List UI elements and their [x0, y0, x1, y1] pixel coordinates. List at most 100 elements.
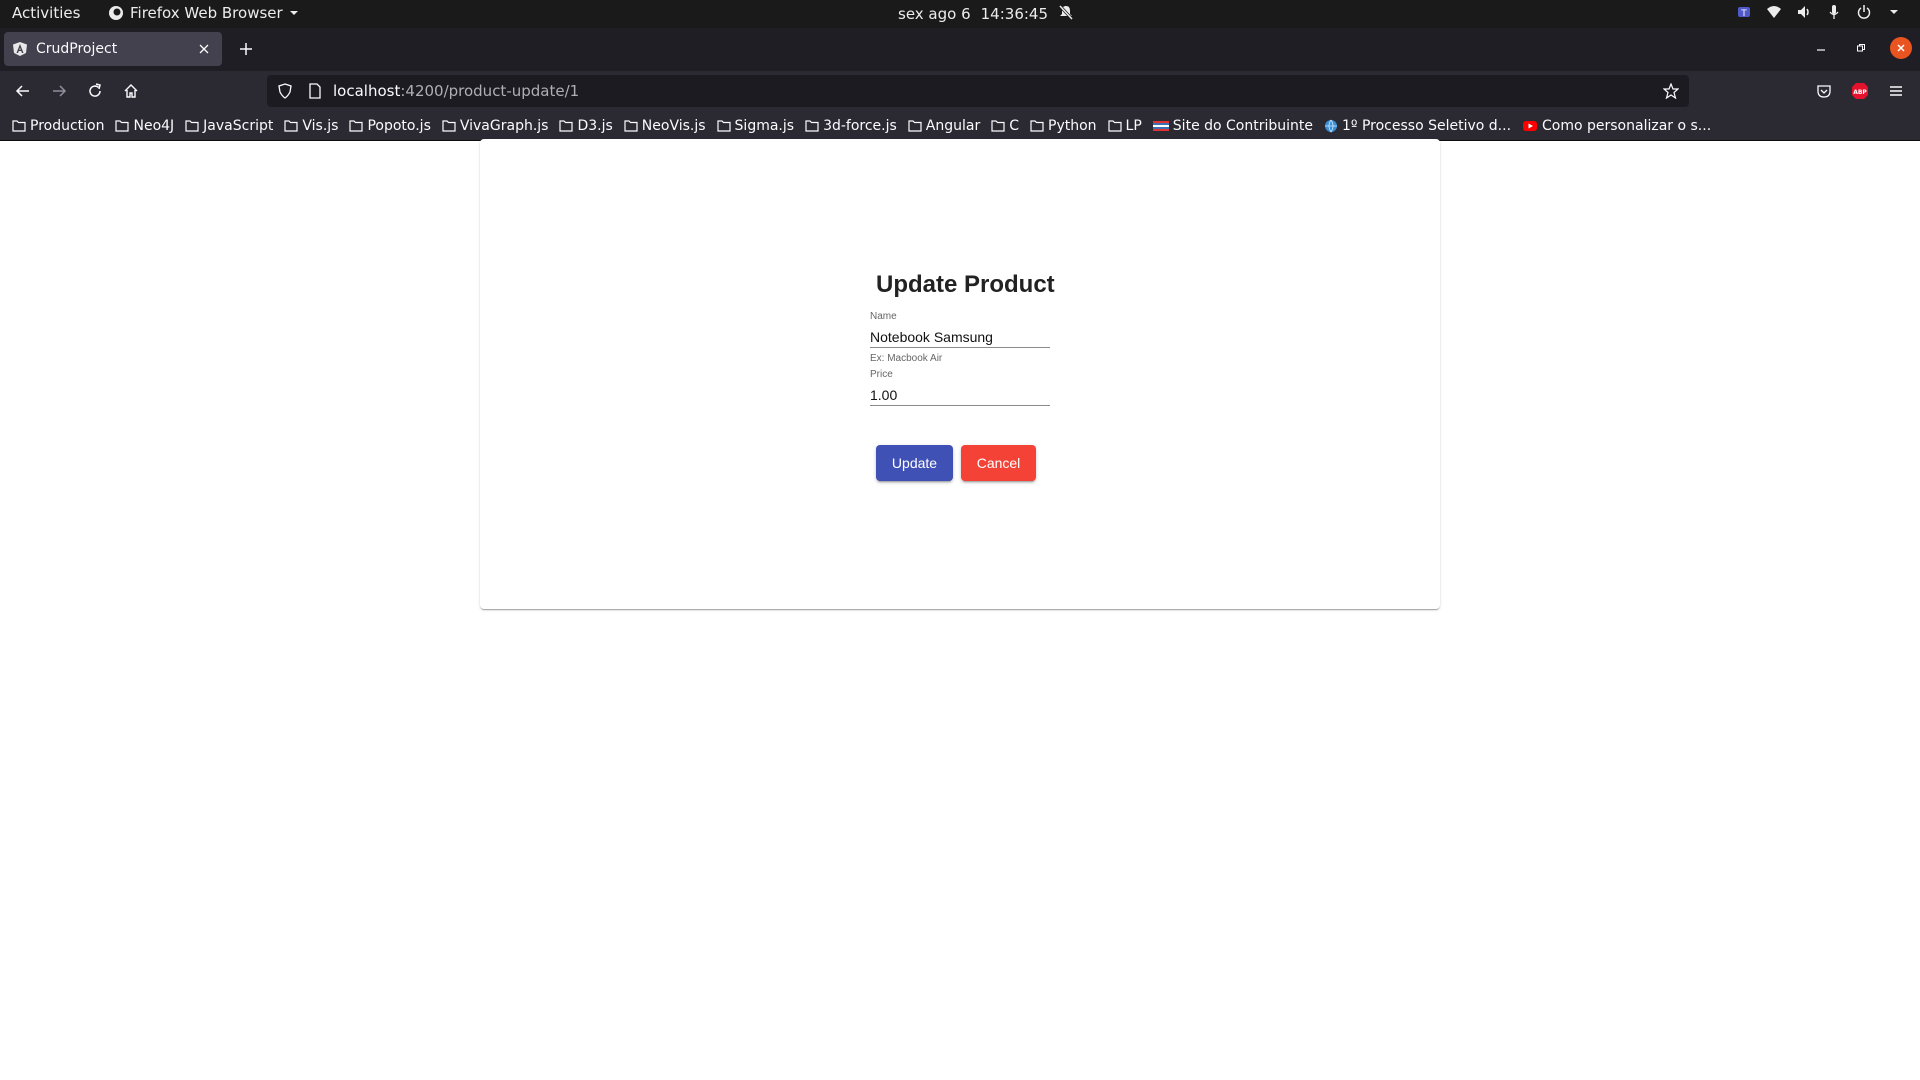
bookmark-item[interactable]: Python [1030, 118, 1097, 134]
app-menu[interactable]: Firefox Web Browser [108, 4, 299, 22]
bookmark-star-icon[interactable] [1661, 81, 1681, 101]
folder-icon [442, 119, 456, 132]
bookmark-item[interactable]: C [991, 118, 1019, 134]
bookmark-label: Neo4J [133, 117, 175, 134]
teams-icon[interactable]: T [1736, 4, 1752, 20]
bookmark-label: JavaScript [203, 117, 274, 134]
firefox-icon [108, 5, 124, 21]
bookmark-item[interactable]: VivaGraph.js [442, 117, 549, 134]
url-text[interactable]: localhost:4200/product-update/1 [333, 82, 579, 100]
clock-date: sex ago 6 [898, 5, 971, 23]
price-label: Price [870, 369, 893, 380]
system-top-bar: Activities Firefox Web Browser sex ago 6… [0, 0, 1920, 28]
bookmark-item[interactable]: JavaScript [185, 118, 273, 134]
cancel-button[interactable]: Cancel [961, 445, 1036, 481]
folder-icon [115, 119, 130, 132]
wifi-icon[interactable] [1766, 4, 1782, 20]
window-controls [1810, 37, 1912, 59]
bookmark-item[interactable]: NeoVis.js [624, 118, 706, 134]
reload-icon [89, 83, 101, 97]
pocket-icon [1817, 85, 1831, 98]
power-icon[interactable] [1856, 4, 1872, 20]
url-bar[interactable]: localhost:4200/product-update/1 [267, 75, 1689, 107]
folder-icon [908, 119, 922, 132]
clock[interactable]: sex ago 6 14:36:45 [898, 4, 1074, 24]
tab-title: CrudProject [36, 41, 118, 57]
url-host: localhost [333, 82, 401, 100]
caret-down-icon[interactable] [1886, 4, 1902, 20]
bookmark-item[interactable]: 1º Processo Seletivo d... [1324, 118, 1511, 134]
bookmark-label: 3d-force.js [823, 117, 897, 134]
folder-icon [1030, 119, 1044, 132]
bookmark-item[interactable]: Vis.js [284, 118, 338, 134]
reload-button[interactable] [81, 77, 109, 105]
bookmark-item[interactable]: LP [1107, 117, 1142, 134]
tab-crudproject[interactable]: CrudProject [4, 32, 222, 66]
menu-button[interactable] [1882, 77, 1910, 105]
system-tray[interactable]: T [1736, 4, 1902, 20]
bookmark-label: Angular [925, 117, 981, 134]
bookmark-item[interactable]: Site do Contribuinte [1152, 118, 1313, 134]
bookmark-item[interactable]: Production [12, 118, 104, 134]
home-button[interactable] [117, 77, 145, 105]
name-input[interactable] [870, 326, 1050, 348]
close-window-button[interactable] [1890, 37, 1912, 59]
page-content: Update Product Name Ex: Macbook Air Pric… [0, 139, 1920, 1080]
globe-icon [1324, 119, 1338, 133]
price-field: Price [870, 369, 1050, 406]
bookmark-item[interactable]: D3.js [559, 117, 613, 134]
arrow-right-icon [53, 85, 67, 97]
close-tab-icon[interactable] [192, 37, 216, 61]
minimize-button[interactable] [1810, 37, 1832, 59]
forward-button[interactable] [45, 77, 73, 105]
price-input[interactable] [870, 384, 1050, 406]
page-icon[interactable] [307, 83, 323, 99]
name-field: Name Ex: Macbook Air [870, 311, 1050, 364]
bookmark-item[interactable]: Neo4J [115, 118, 174, 134]
bookmark-item[interactable]: Sigma.js [716, 117, 795, 134]
bookmark-label: 1º Processo Seletivo d... [1342, 117, 1512, 134]
plus-icon [240, 43, 252, 55]
folder-icon [185, 119, 199, 132]
adblock-plus-button[interactable]: ABP [1846, 77, 1874, 105]
bookmark-label: D3.js [577, 117, 613, 134]
folder-icon [991, 119, 1005, 132]
bookmark-label: Python [1048, 117, 1097, 134]
update-button[interactable]: Update [876, 445, 953, 481]
pocket-button[interactable] [1810, 77, 1838, 105]
bookmark-item[interactable]: Popoto.js [349, 117, 431, 134]
shield-icon[interactable] [275, 81, 295, 101]
svg-text:ABP: ABP [1853, 89, 1867, 96]
name-label: Name [870, 311, 897, 322]
bookmark-item[interactable]: 3d-force.js [805, 118, 897, 134]
folder-icon [559, 119, 574, 132]
folder-icon [716, 119, 731, 132]
bookmarks-toolbar: Production Neo4J JavaScript Vis.js Popoto.js… [0, 111, 1920, 141]
bookmark-label: LP [1125, 117, 1142, 134]
microphone-icon[interactable] [1826, 4, 1842, 20]
restore-button[interactable] [1850, 37, 1872, 59]
youtube-icon [1522, 120, 1538, 132]
navigation-toolbar: localhost:4200/product-update/1 ABP [0, 71, 1920, 111]
bookmark-label: NeoVis.js [641, 117, 706, 134]
volume-icon[interactable] [1796, 4, 1812, 20]
folder-icon [805, 119, 819, 132]
bookmark-item[interactable]: Angular [908, 118, 980, 134]
bookmark-label: Production [30, 117, 105, 134]
bookmark-label: Sigma.js [734, 117, 795, 134]
activities-button[interactable]: Activities [12, 4, 80, 22]
flag-icon [1152, 120, 1169, 132]
arrow-left-icon [15, 85, 29, 97]
page-title: Update Product [876, 271, 1055, 298]
bookmark-label: Popoto.js [367, 117, 431, 134]
folder-icon [624, 119, 638, 132]
bookmark-label: VivaGraph.js [459, 117, 549, 134]
svg-text:T: T [1740, 9, 1747, 19]
adblock-plus-icon: ABP [1852, 83, 1868, 99]
back-button[interactable] [9, 77, 37, 105]
folder-icon [284, 119, 298, 132]
angular-favicon-icon [12, 41, 28, 57]
folder-icon [12, 119, 26, 132]
new-tab-button[interactable] [234, 37, 258, 61]
bookmark-item[interactable]: Como personalizar o s... [1522, 118, 1711, 134]
